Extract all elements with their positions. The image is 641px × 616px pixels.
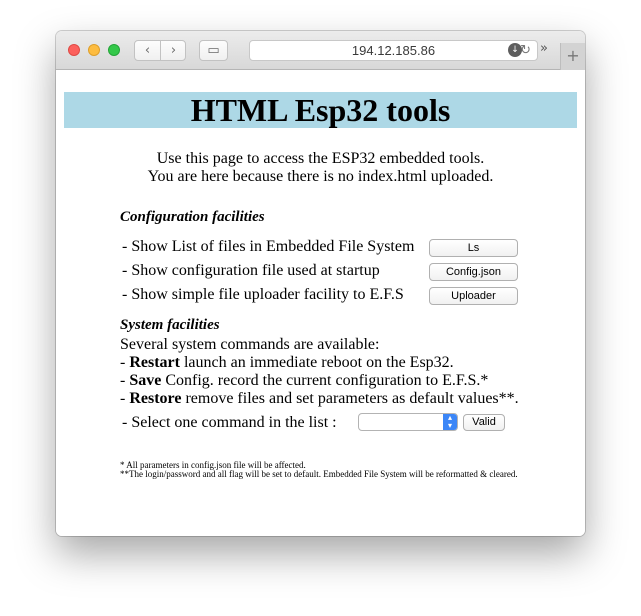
command-description: Config. record the current configuration… <box>161 372 489 389</box>
intro-line-1: Use this page to access the ESP32 embedd… <box>156 150 485 167</box>
select-label: - Select one command in the list : <box>122 414 337 431</box>
downloads-button[interactable]: ↓ <box>504 40 528 61</box>
browser-window: ‹ › ▭ 194.12.185.86 ↻ ↓ » + HTML Esp32 t… <box>56 31 585 536</box>
more-toolbar-icon[interactable]: » <box>540 41 548 56</box>
back-icon[interactable]: ‹ <box>135 41 161 60</box>
close-window-button[interactable] <box>68 44 80 56</box>
command-restart: - Restart launch an immediate reboot on … <box>120 354 454 372</box>
command-prefix: - <box>120 372 130 389</box>
config-row-label: - Show simple file uploader facility to … <box>122 286 404 303</box>
select-arrows-icon: ▴ ▾ <box>443 414 457 430</box>
title-banner: HTML Esp32 tools <box>64 92 577 128</box>
page-title: HTML Esp32 tools <box>190 92 451 128</box>
system-intro: Several system commands are available: <box>120 336 380 353</box>
uploader-button[interactable]: Uploader <box>429 287 518 305</box>
sidebar-toggle-icon[interactable]: ▭ <box>199 40 228 61</box>
command-select[interactable]: ▴ ▾ <box>358 413 458 431</box>
config-json-button[interactable]: Config.json <box>429 263 518 281</box>
valid-button[interactable]: Valid <box>463 414 505 431</box>
command-save: - Save Config. record the current config… <box>120 372 488 390</box>
page-content: HTML Esp32 tools Use this page to access… <box>56 70 585 536</box>
command-prefix: - <box>120 390 130 407</box>
system-heading: System facilities <box>120 317 220 333</box>
command-name: Restore <box>129 390 182 407</box>
command-name: Restart <box>129 354 180 371</box>
download-icon: ↓ <box>508 43 522 57</box>
browser-toolbar: ‹ › ▭ 194.12.185.86 ↻ ↓ » + <box>56 31 585 70</box>
command-restore: - Restore remove files and set parameter… <box>120 390 519 408</box>
command-prefix: - <box>120 354 130 371</box>
zoom-window-button[interactable] <box>108 44 120 56</box>
ls-button[interactable]: Ls <box>429 239 518 257</box>
intro-line-2: You are here because there is no index.h… <box>147 168 494 185</box>
minimize-window-button[interactable] <box>88 44 100 56</box>
config-row-label: - Show List of files in Embedded File Sy… <box>122 238 415 255</box>
command-name: Save <box>129 372 162 389</box>
config-heading: Configuration facilities <box>120 209 265 225</box>
navigation-buttons: ‹ › <box>134 40 186 61</box>
address-bar[interactable]: 194.12.185.86 ↻ <box>249 40 538 61</box>
command-description: remove files and set parameters as defau… <box>181 390 519 407</box>
command-description: launch an immediate reboot on the Esp32. <box>179 354 454 371</box>
footnote-2: **The login/password and all flag will b… <box>120 469 518 479</box>
new-tab-icon[interactable]: + <box>560 43 585 70</box>
forward-icon[interactable]: › <box>161 41 186 60</box>
config-row-label: - Show configuration file used at startu… <box>122 262 380 279</box>
url-text[interactable]: 194.12.185.86 <box>250 41 537 60</box>
